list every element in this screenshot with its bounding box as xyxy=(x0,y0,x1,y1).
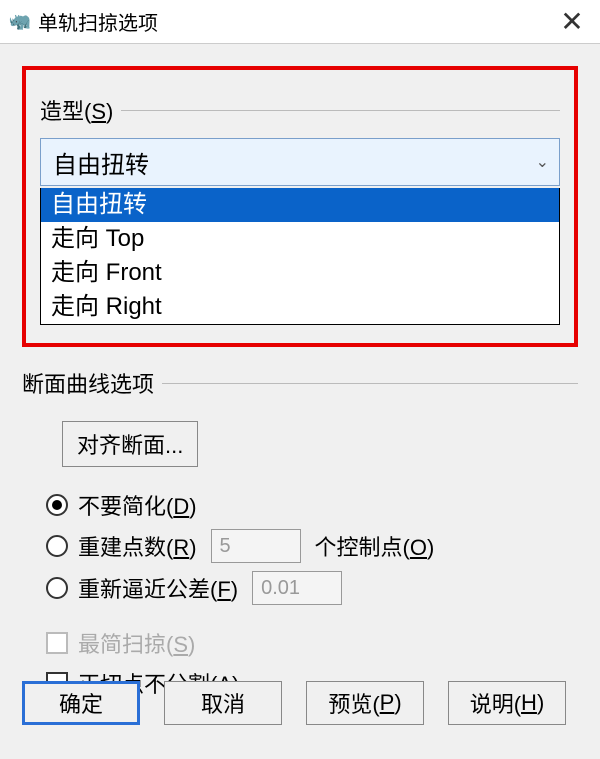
label-control-points: 个控制点(O) xyxy=(315,530,435,562)
cancel-button[interactable]: 取消 xyxy=(164,681,282,725)
curve-label-text: 断面曲线选项 xyxy=(22,367,154,399)
style-label-suffix: ) xyxy=(106,99,113,124)
title-bar: 🦏 单轨扫掠选项 ✕ xyxy=(0,0,600,44)
radio-do-not-simplify[interactable] xyxy=(46,494,68,516)
style-option-right[interactable]: 走向 Right xyxy=(41,290,559,324)
ok-button[interactable]: 确定 xyxy=(22,681,140,725)
chevron-down-icon: ⌄ xyxy=(536,152,549,172)
window-title: 单轨扫掠选项 xyxy=(38,7,552,36)
style-option-freeform[interactable]: 自由扭转 xyxy=(41,188,559,222)
label-simplest-sweep: 最简扫掠(S) xyxy=(78,627,195,659)
divider xyxy=(162,383,578,384)
style-option-top[interactable]: 走向 Top xyxy=(41,222,559,256)
close-icon[interactable]: ✕ xyxy=(552,2,592,42)
rebuild-points-field[interactable]: 5 xyxy=(211,529,301,563)
button-bar: 确定 取消 预览(P) 说明(H) xyxy=(22,681,578,725)
radio-rebuild[interactable] xyxy=(46,535,68,557)
curve-options-group: 断面曲线选项 对齐断面... 不要简化(D) 重建点数(R) 5 个控制点(O)… xyxy=(22,367,578,703)
style-group-highlight: 造型(S) 自由扭转 ⌄ 自由扭转 走向 Top 走向 Front 走向 Rig… xyxy=(22,66,578,347)
style-label-key: S xyxy=(91,99,106,124)
curve-group-label: 断面曲线选项 xyxy=(22,367,578,399)
checkbox-simplest-sweep xyxy=(46,632,68,654)
divider xyxy=(121,110,560,111)
help-button[interactable]: 说明(H) xyxy=(448,681,566,725)
label-rebuild: 重建点数(R) xyxy=(78,530,197,562)
style-combobox[interactable]: 自由扭转 ⌄ xyxy=(40,138,560,186)
align-sections-button[interactable]: 对齐断面... xyxy=(62,421,198,467)
style-label-prefix: 造型( xyxy=(40,99,91,124)
style-group-label: 造型(S) xyxy=(40,94,560,126)
style-dropdown-list: 自由扭转 走向 Top 走向 Front 走向 Right xyxy=(40,188,560,325)
label-do-not-simplify: 不要简化(D) xyxy=(78,489,197,521)
radio-refit[interactable] xyxy=(46,577,68,599)
label-refit: 重新逼近公差(F) xyxy=(78,572,238,604)
preview-button[interactable]: 预览(P) xyxy=(306,681,424,725)
style-combobox-value: 自由扭转 xyxy=(53,145,149,180)
refit-tolerance-field[interactable]: 0.01 xyxy=(252,571,342,605)
dialog-content: 造型(S) 自由扭转 ⌄ 自由扭转 走向 Top 走向 Front 走向 Rig… xyxy=(0,44,600,723)
style-option-front[interactable]: 走向 Front xyxy=(41,256,559,290)
app-icon: 🦏 xyxy=(8,10,32,34)
